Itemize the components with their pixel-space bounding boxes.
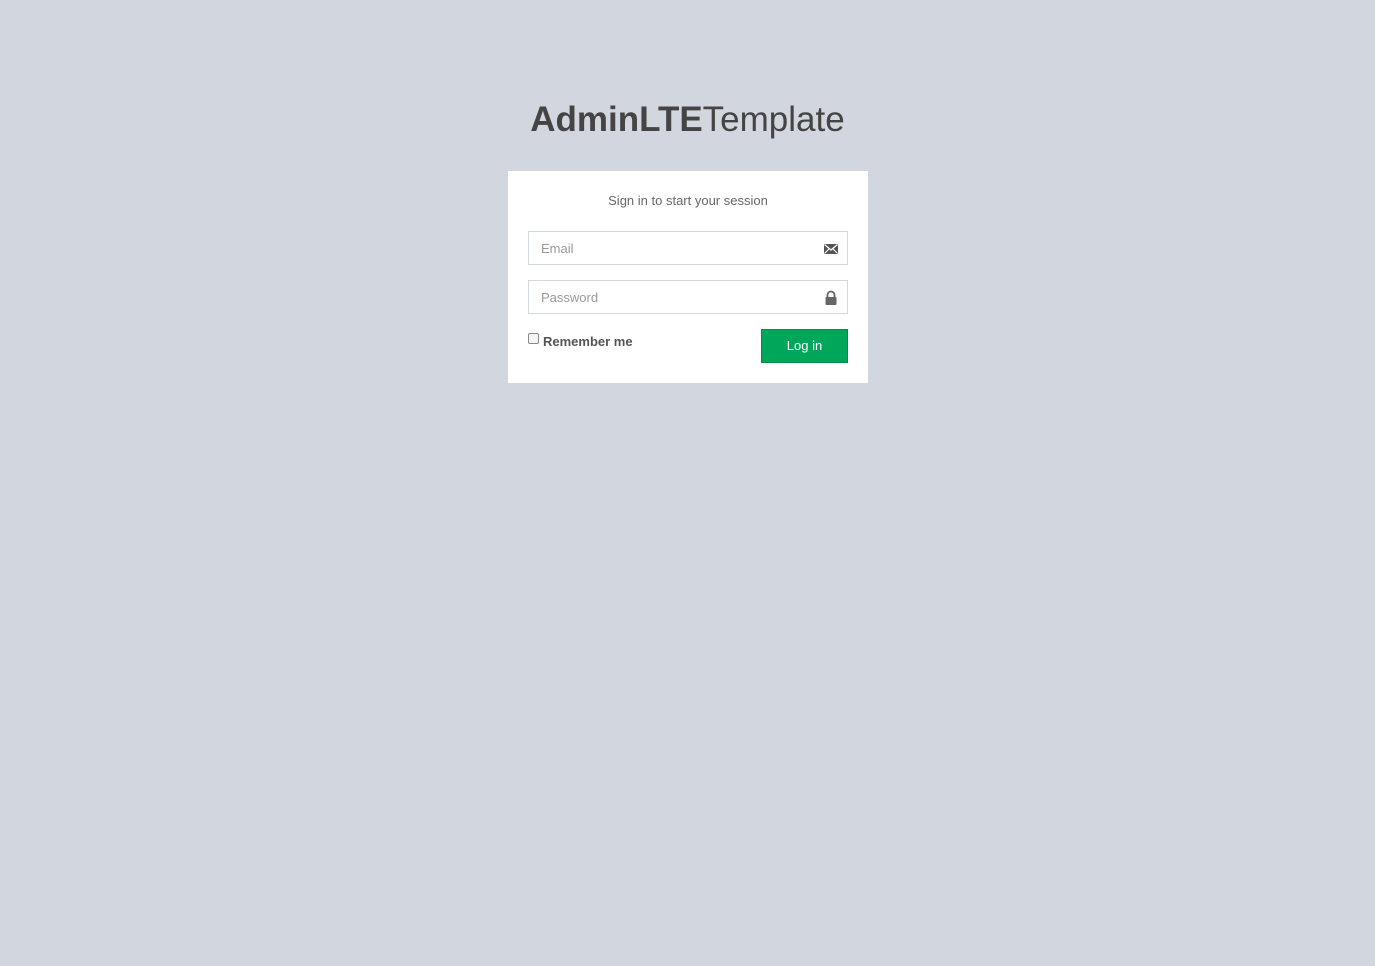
email-input[interactable] [529, 232, 847, 264]
email-field-wrapper [528, 231, 848, 265]
login-box-message: Sign in to start your session [608, 193, 768, 208]
login-logo[interactable]: AdminLTETemplate [0, 98, 1375, 142]
login-box: Sign in to start your session Remember m… [508, 171, 868, 383]
remember-me[interactable]: Remember me [528, 332, 633, 350]
lock-icon [823, 290, 839, 306]
logo-light-text: Template [702, 100, 845, 139]
login-button[interactable]: Log in [761, 329, 848, 363]
remember-me-label[interactable]: Remember me [543, 334, 633, 349]
password-field-wrapper [528, 280, 848, 314]
remember-me-checkbox[interactable] [528, 333, 539, 344]
password-input[interactable] [529, 281, 847, 313]
envelope-icon [823, 241, 839, 257]
logo-bold-text: AdminLTE [530, 100, 703, 139]
